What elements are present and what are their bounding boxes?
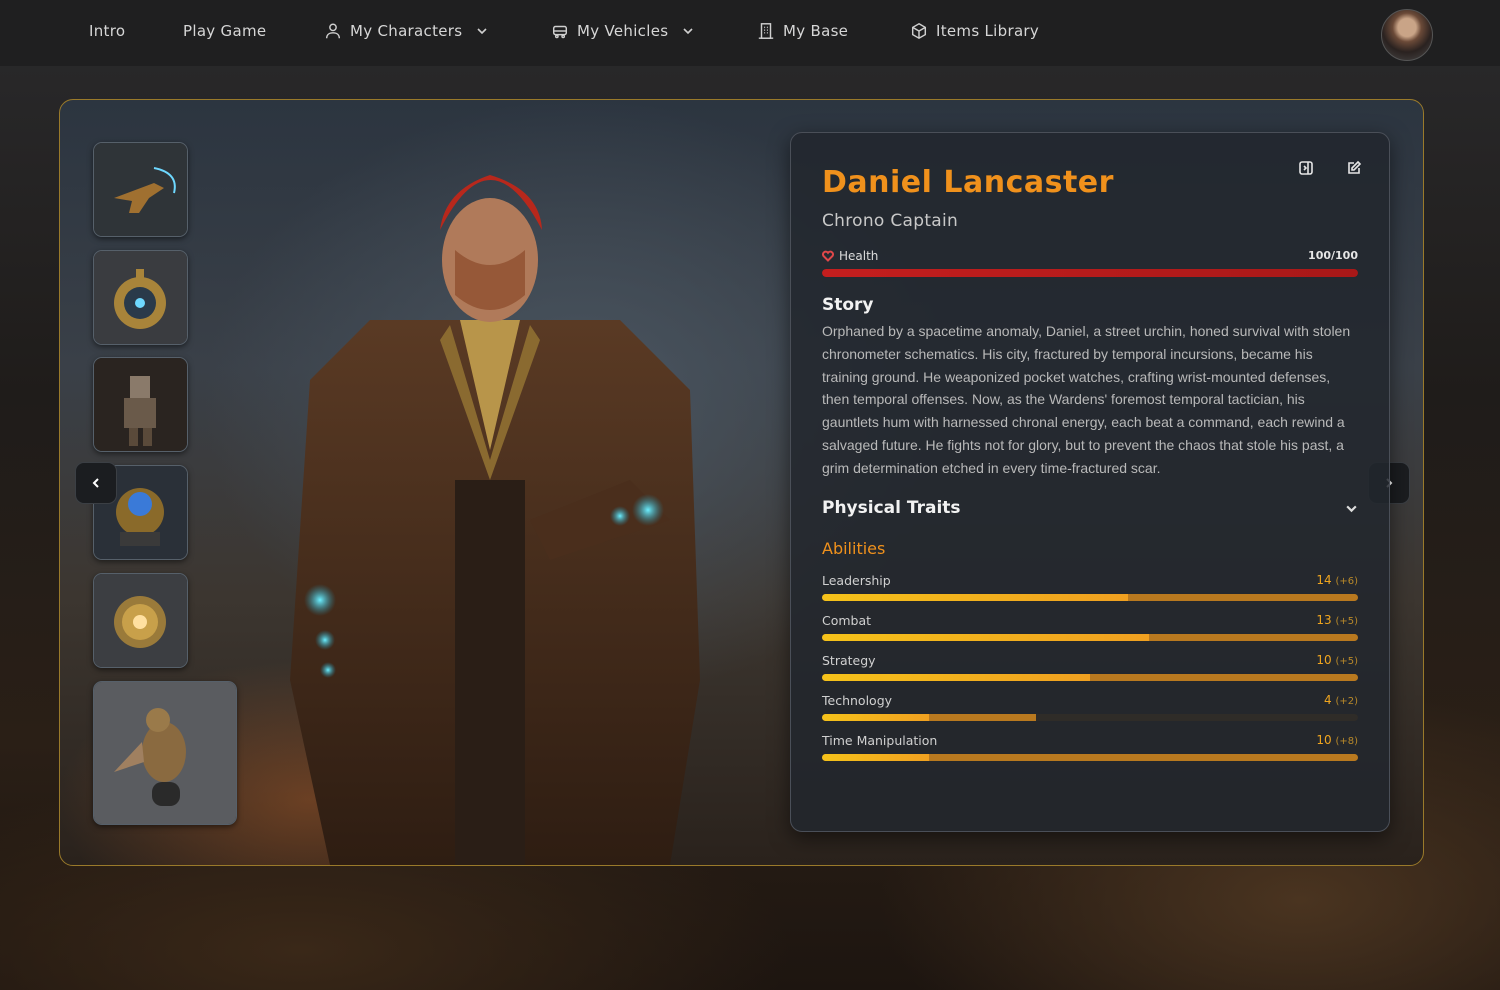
ability-header: Combat 13 (+5) <box>822 613 1358 628</box>
ability-bar <box>822 714 1358 721</box>
ability-bar-base <box>822 674 1090 681</box>
character-info-panel: Daniel Lancaster Chrono Captain Health 1… <box>790 132 1390 832</box>
heart-icon <box>822 250 834 262</box>
ability-header: Leadership 14 (+6) <box>822 573 1358 588</box>
ability-score: 10 <box>1316 733 1332 747</box>
car-icon <box>552 25 568 39</box>
ability-bar-base <box>822 714 930 721</box>
ability-name: Time Manipulation <box>822 733 938 748</box>
ability-name: Technology <box>822 693 893 708</box>
ability-row: Time Manipulation 10 (+8) <box>822 733 1358 761</box>
item-thumb-ring[interactable] <box>93 573 188 668</box>
ability-bonus: (+2) <box>1335 696 1358 707</box>
prev-arrow-button[interactable] <box>75 462 117 504</box>
item-thumb-mech-bird[interactable] <box>93 681 237 825</box>
ability-bar <box>822 754 1358 761</box>
edit-character-button[interactable] <box>1346 160 1366 180</box>
sidebar-collapse-icon <box>1299 161 1313 175</box>
ability-name: Leadership <box>822 573 891 588</box>
nav-my-characters-label: My Characters <box>350 22 463 40</box>
armor-icon <box>94 358 187 451</box>
pocket-watch-icon <box>94 251 187 344</box>
nav-intro-label: Intro <box>89 22 126 40</box>
ability-score: 4 <box>1323 693 1332 707</box>
ability-row: Technology 4 (+2) <box>822 693 1358 721</box>
character-name: Daniel Lancaster <box>822 165 1114 200</box>
ability-score: 13 <box>1316 613 1332 627</box>
nav-play-game[interactable]: Play Game <box>183 22 266 40</box>
character-showcase: Daniel Lancaster Chrono Captain Health 1… <box>59 99 1424 866</box>
physical-traits-heading: Physical Traits <box>822 498 961 518</box>
abilities-heading: Abilities <box>822 539 886 558</box>
ability-value: 10 (+8) <box>1316 733 1358 748</box>
ability-bar <box>822 634 1358 641</box>
ability-header: Strategy 10 (+5) <box>822 653 1358 668</box>
ability-row: Leadership 14 (+6) <box>822 573 1358 601</box>
ability-bar-base <box>822 594 1128 601</box>
ability-name: Combat <box>822 613 872 628</box>
nav-my-characters[interactable]: My Characters <box>324 22 488 40</box>
nav-items-library-label: Items Library <box>936 22 1040 40</box>
nav-intro[interactable]: Intro <box>89 22 125 40</box>
nav-items-library[interactable]: Items Library <box>910 22 1039 40</box>
physical-traits-toggle[interactable]: Physical Traits <box>822 498 1358 518</box>
ability-name: Strategy <box>822 653 876 668</box>
ability-row: Combat 13 (+5) <box>822 613 1358 641</box>
story-text: Orphaned by a spacetime anomaly, Daniel,… <box>822 323 1351 476</box>
ability-header: Time Manipulation 10 (+8) <box>822 733 1358 748</box>
health-label: Health <box>822 249 878 263</box>
item-thumb-pocket-watch[interactable] <box>93 250 188 345</box>
chevron-down-icon <box>683 28 693 35</box>
ability-value: 13 (+5) <box>1316 613 1358 628</box>
ability-value: 10 (+5) <box>1316 653 1358 668</box>
ability-bar-base <box>822 634 1149 641</box>
ability-score: 10 <box>1316 653 1332 667</box>
building-icon <box>758 23 774 39</box>
item-thumb-chrono-pistol[interactable] <box>93 142 188 237</box>
ability-bonus: (+8) <box>1335 736 1358 747</box>
ability-value: 4 (+2) <box>1324 693 1358 708</box>
top-navigation: Intro Play Game My Characters My Vehicle… <box>0 0 1500 66</box>
cube-icon <box>911 22 927 40</box>
nav-my-base[interactable]: My Base <box>757 22 848 40</box>
ability-bar-base <box>822 754 930 761</box>
nav-my-vehicles-label: My Vehicles <box>577 22 669 40</box>
user-group-icon <box>325 23 341 39</box>
nav-my-base-label: My Base <box>783 22 849 40</box>
nav-my-vehicles[interactable]: My Vehicles <box>551 22 694 40</box>
chevron-left-icon <box>92 478 99 488</box>
health-label-text: Health <box>839 249 879 263</box>
nav-play-game-label: Play Game <box>183 22 267 40</box>
pistol-icon <box>94 143 187 236</box>
ability-value: 14 (+6) <box>1316 573 1358 588</box>
chevron-down-icon <box>477 28 487 35</box>
ability-header: Technology 4 (+2) <box>822 693 1358 708</box>
ability-score: 14 <box>1316 573 1332 587</box>
ability-bonus: (+5) <box>1335 616 1358 627</box>
edit-icon <box>1348 160 1362 174</box>
character-title: Chrono Captain <box>822 211 959 231</box>
mech-bird-icon <box>94 682 236 824</box>
ability-bar <box>822 674 1358 681</box>
health-bar <box>822 269 1358 277</box>
collapse-panel-button[interactable] <box>1298 160 1318 180</box>
character-portrait <box>290 175 700 865</box>
item-thumb-armor[interactable] <box>93 357 188 452</box>
health-value: 100/100 <box>1308 249 1358 262</box>
health-bar-fill <box>822 269 1358 277</box>
ability-bonus: (+6) <box>1335 576 1358 587</box>
ability-row: Strategy 10 (+5) <box>822 653 1358 681</box>
user-avatar[interactable] <box>1381 9 1433 61</box>
ring-icon <box>94 574 187 667</box>
ability-bar <box>822 594 1358 601</box>
story-heading: Story <box>822 295 874 315</box>
chevron-down-icon <box>1346 505 1357 512</box>
ability-bonus: (+5) <box>1335 656 1358 667</box>
